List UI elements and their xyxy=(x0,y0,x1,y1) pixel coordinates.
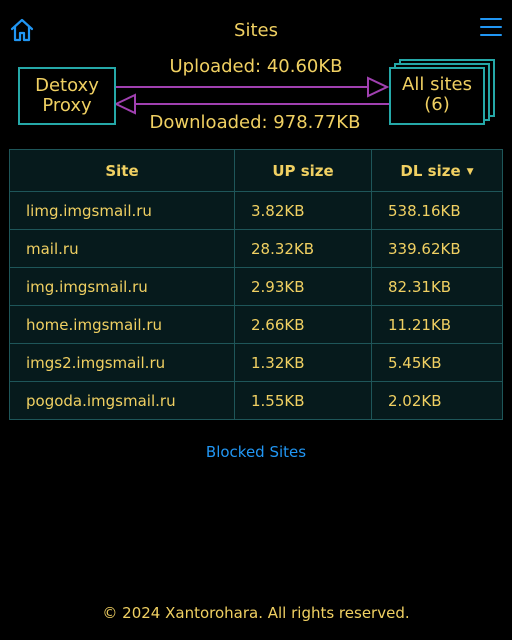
site-cell: home.imgsmail.ru xyxy=(9,305,235,344)
dl-size-cell: 11.21KB xyxy=(371,305,503,344)
column-header-site[interactable]: Site xyxy=(9,149,235,192)
table-row[interactable]: pogoda.imgsmail.ru 1.55KB 2.02KB xyxy=(9,381,503,420)
all-sites-label: All sites xyxy=(402,74,472,95)
all-sites-count: (6) xyxy=(424,94,450,115)
column-header-dl-size[interactable]: DL size ▼ xyxy=(371,149,503,192)
traffic-flow-diagram: Detoxy Proxy All sites (6) Uploaded: 40.… xyxy=(0,56,512,136)
table-row[interactable]: img.imgsmail.ru 2.93KB 82.31KB xyxy=(9,267,503,306)
upload-arrowhead xyxy=(367,76,390,98)
table-row[interactable]: mail.ru 28.32KB 339.62KB xyxy=(9,229,503,268)
dl-size-cell: 82.31KB xyxy=(371,267,503,306)
dl-size-cell: 5.45KB xyxy=(371,343,503,382)
up-size-cell: 3.82KB xyxy=(234,191,372,230)
hamburger-menu-icon xyxy=(480,18,502,36)
up-size-cell: 1.32KB xyxy=(234,343,372,382)
up-size-cell: 28.32KB xyxy=(234,229,372,268)
dl-size-cell: 2.02KB xyxy=(371,381,503,420)
proxy-label-line2: Proxy xyxy=(42,95,92,116)
proxy-label-line1: Detoxy xyxy=(35,75,99,96)
uploaded-total: Uploaded: 40.60KB xyxy=(169,56,343,77)
site-cell: img.imgsmail.ru xyxy=(9,267,235,306)
menu-button[interactable] xyxy=(480,18,502,40)
table-row[interactable]: imgs2.imgsmail.ru 1.32KB 5.45KB xyxy=(9,343,503,382)
sort-descending-icon: ▼ xyxy=(466,166,474,177)
table-row[interactable]: limg.imgsmail.ru 3.82KB 538.16KB xyxy=(9,191,503,230)
download-arrowhead xyxy=(113,93,136,115)
all-sites-box[interactable]: All sites (6) xyxy=(389,67,485,125)
site-cell: mail.ru xyxy=(9,229,235,268)
blocked-sites-link[interactable]: Blocked Sites xyxy=(0,443,512,461)
up-size-cell: 2.93KB xyxy=(234,267,372,306)
site-cell: pogoda.imgsmail.ru xyxy=(9,381,235,420)
sites-table: Site UP size DL size ▼ limg.imgsmail.ru 3… xyxy=(9,149,503,420)
up-size-cell: 2.66KB xyxy=(234,305,372,344)
site-cell: limg.imgsmail.ru xyxy=(9,191,235,230)
dl-size-cell: 538.16KB xyxy=(371,191,503,230)
site-cell: imgs2.imgsmail.ru xyxy=(9,343,235,382)
proxy-box: Detoxy Proxy xyxy=(18,67,116,125)
column-header-up-size[interactable]: UP size xyxy=(234,149,372,192)
up-size-cell: 1.55KB xyxy=(234,381,372,420)
page-title: Sites xyxy=(234,20,278,41)
table-row[interactable]: home.imgsmail.ru 2.66KB 11.21KB xyxy=(9,305,503,344)
footer-copyright: © 2024 Xantorohara. All rights reserved. xyxy=(102,604,410,622)
downloaded-total: Downloaded: 978.77KB xyxy=(149,112,361,133)
header-bar: Sites xyxy=(0,0,512,60)
table-header-row: Site UP size DL size ▼ xyxy=(9,149,503,192)
dl-size-cell: 339.62KB xyxy=(371,229,503,268)
